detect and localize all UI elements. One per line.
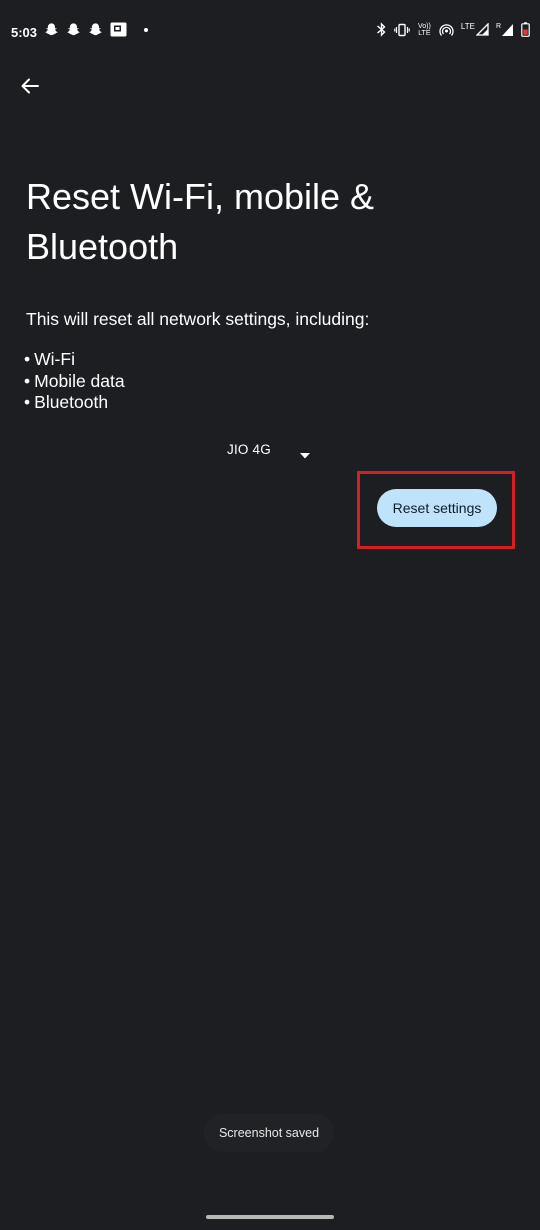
volte-icon: Vo)) LTE bbox=[417, 22, 431, 37]
screen: 5:03 Vo)) LTE LTE R Reset Wi-Fi, mobile … bbox=[0, 0, 540, 1230]
toast-message: Screenshot saved bbox=[204, 1114, 334, 1152]
snapchat-icon bbox=[44, 22, 59, 37]
snapchat-icon bbox=[88, 22, 103, 37]
list-item: • Bluetooth bbox=[24, 392, 109, 412]
sim-selector-dropdown[interactable]: JIO 4G bbox=[214, 432, 324, 466]
notification-icons bbox=[44, 22, 148, 37]
bluetooth-icon bbox=[376, 22, 387, 37]
status-time: 5:03 bbox=[11, 25, 38, 40]
dropdown-arrow-icon bbox=[300, 446, 310, 464]
battery-icon bbox=[521, 22, 530, 37]
signal-icon: R bbox=[496, 23, 514, 37]
list-item: • Wi-Fi bbox=[24, 349, 75, 369]
arrow-back-icon bbox=[20, 76, 40, 101]
lte-signal-icon: LTE bbox=[461, 23, 489, 36]
intro-text: This will reset all network settings, in… bbox=[26, 309, 370, 329]
page-title: Reset Wi-Fi, mobile & Bluetooth bbox=[26, 176, 375, 267]
hotspot-icon bbox=[439, 23, 454, 37]
status-bar: 5:03 Vo)) LTE LTE R bbox=[0, 0, 540, 66]
back-button[interactable] bbox=[14, 72, 46, 104]
snapchat-icon bbox=[66, 22, 81, 37]
system-icons: Vo)) LTE LTE R bbox=[376, 22, 530, 37]
reset-items-list: • Wi-Fi • Mobile data • Bluetooth bbox=[24, 349, 125, 414]
vibrate-icon bbox=[394, 23, 410, 37]
gesture-navigation-bar[interactable] bbox=[206, 1215, 334, 1219]
list-item: • Mobile data bbox=[24, 370, 125, 391]
more-notifications-dot bbox=[144, 27, 148, 32]
media-icon bbox=[110, 22, 127, 37]
reset-settings-button[interactable]: Reset settings bbox=[377, 489, 497, 527]
sim-selected-label: JIO 4G bbox=[227, 441, 271, 457]
